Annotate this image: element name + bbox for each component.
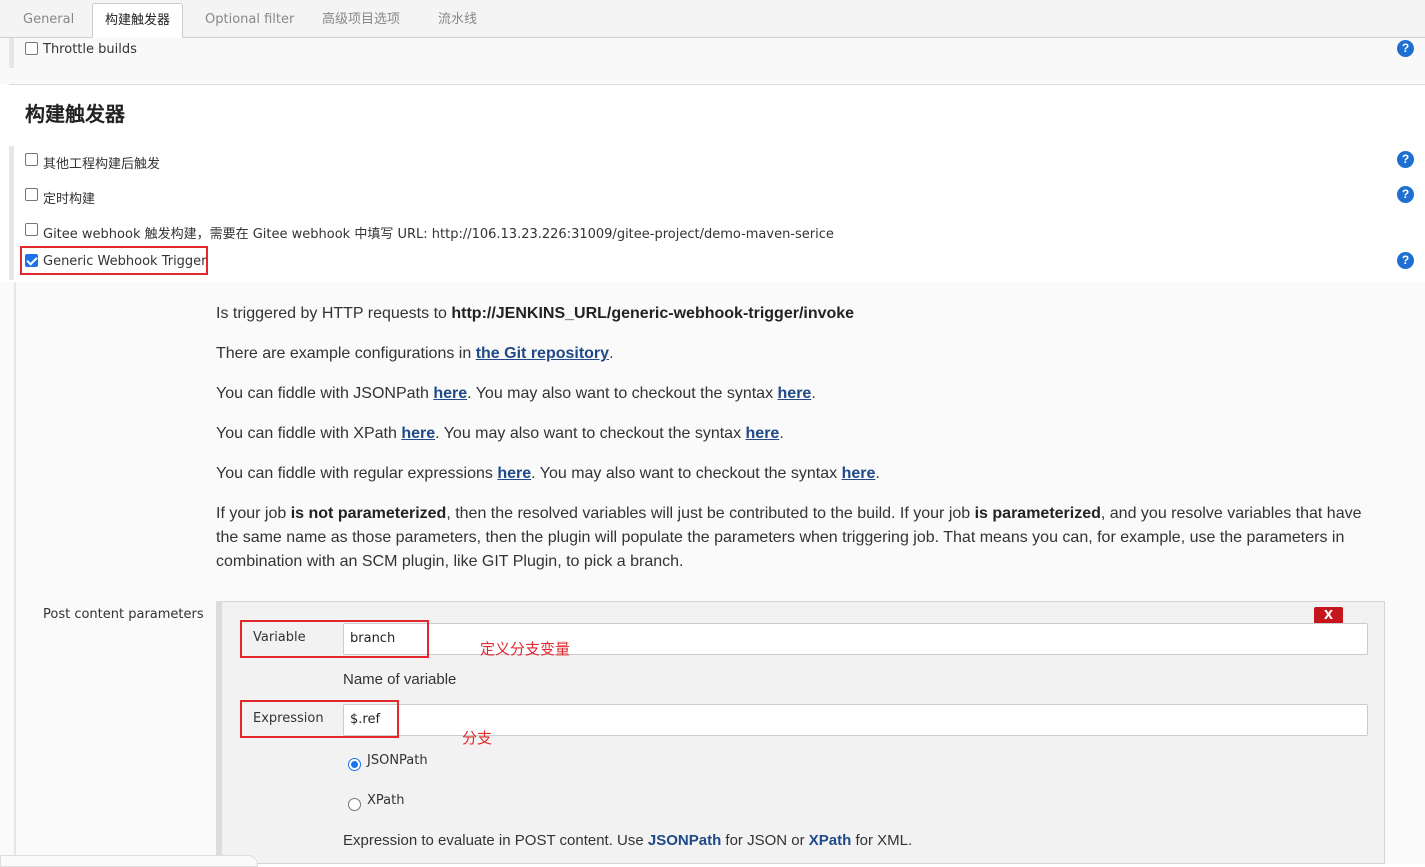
text: . [609, 345, 614, 362]
description-line: You can fiddle with JSONPath here. You m… [216, 382, 1376, 406]
annotation-variable: 定义分支变量 [480, 640, 571, 658]
trigger-label-upstream: 其他工程构建后触发 [43, 157, 161, 172]
xpath-fiddle-link[interactable]: here [401, 425, 435, 442]
jsonpath-syntax-link[interactable]: here [778, 385, 812, 402]
expression-input[interactable]: $.ref [343, 704, 1368, 736]
tab-pipeline[interactable]: 流水线 [426, 3, 489, 38]
radio-jsonpath[interactable] [348, 758, 361, 771]
help-icon[interactable]: ? [1397, 40, 1414, 57]
help-icon[interactable]: ? [1397, 151, 1414, 168]
text-bold: is not parameterized [290, 505, 447, 522]
text: Expression to evaluate in POST content. … [343, 832, 648, 849]
tab-build-triggers[interactable]: 构建触发器 [92, 3, 184, 38]
description-line: You can fiddle with regular expressions … [216, 462, 1376, 486]
description-line: Is triggered by HTTP requests to http://… [216, 302, 1376, 326]
trigger-label-timer: 定时构建 [43, 192, 96, 207]
highlight-box [240, 620, 429, 658]
tab-bar: General 构建触发器 Optional filter 高级项目选项 流水线 [0, 0, 1425, 38]
config-section-bar [14, 282, 16, 864]
variable-hint: Name of variable [343, 671, 457, 688]
text: There are example configurations in [216, 345, 476, 362]
jsonpath-link[interactable]: JSONPath [648, 832, 721, 849]
text: . [779, 425, 784, 442]
text: for XML. [851, 832, 913, 849]
xpath-syntax-link[interactable]: here [746, 425, 780, 442]
trigger-checkbox-gitee[interactable] [25, 223, 38, 236]
triggers-section-bar [9, 146, 14, 280]
radio-jsonpath-label: JSONPath [367, 753, 428, 768]
general-section-bar [9, 38, 14, 68]
trigger-checkbox-timer[interactable] [25, 188, 38, 201]
trigger-checkbox-upstream[interactable] [25, 153, 38, 166]
text-bold: is parameterized [974, 505, 1101, 522]
annotation-expression: 分支 [462, 729, 493, 747]
invoke-url: http://JENKINS_URL/generic-webhook-trigg… [451, 305, 855, 322]
help-icon[interactable]: ? [1397, 252, 1414, 269]
expression-hint: Expression to evaluate in POST content. … [343, 832, 912, 849]
text: . You may also want to checkout the synt… [435, 425, 746, 442]
tab-general[interactable]: General [11, 3, 86, 38]
text: . [875, 465, 880, 482]
text: If your job [216, 505, 291, 522]
git-repository-link[interactable]: the Git repository [476, 345, 609, 362]
regex-syntax-link[interactable]: here [842, 465, 876, 482]
text: . You may also want to checkout the synt… [467, 385, 778, 402]
text: Is triggered by HTTP requests to [216, 305, 452, 322]
text: You can fiddle with regular expressions [216, 465, 498, 482]
throttle-builds-label: Throttle builds [43, 42, 137, 57]
text: You can fiddle with JSONPath [216, 385, 434, 402]
throttle-builds-checkbox[interactable] [25, 42, 38, 55]
text: You can fiddle with XPath [216, 425, 402, 442]
description-paragraph: If your job is not parameterized, then t… [216, 502, 1376, 574]
text: for JSON or [721, 832, 809, 849]
trigger-label-gitee: Gitee webhook 触发构建，需要在 Gitee webhook 中填写… [43, 227, 834, 242]
divider [9, 84, 1425, 85]
help-icon[interactable]: ? [1397, 186, 1414, 203]
section-title: 构建触发器 [25, 102, 125, 126]
highlight-box [240, 700, 399, 738]
tab-advanced-options[interactable]: 高级项目选项 [310, 3, 412, 38]
xpath-link[interactable]: XPath [809, 832, 852, 849]
regex-fiddle-link[interactable]: here [497, 465, 531, 482]
general-section-tail [0, 38, 1425, 84]
tab-optional-filter[interactable]: Optional filter [193, 3, 306, 38]
description-line: There are example configurations in the … [216, 342, 1376, 366]
highlight-box [20, 246, 208, 275]
description-line: You can fiddle with XPath here. You may … [216, 422, 1376, 446]
jsonpath-fiddle-link[interactable]: here [433, 385, 467, 402]
radio-xpath-label: XPath [367, 793, 405, 808]
bottom-bar [0, 855, 258, 867]
text: , then the resolved variables will just … [446, 505, 975, 522]
radio-xpath[interactable] [348, 798, 361, 811]
post-content-parameters-label: Post content parameters [43, 607, 204, 622]
text: . You may also want to checkout the synt… [531, 465, 842, 482]
delete-parameter-button[interactable]: X [1314, 607, 1343, 624]
panel-bar [216, 601, 222, 864]
text: . [811, 385, 816, 402]
